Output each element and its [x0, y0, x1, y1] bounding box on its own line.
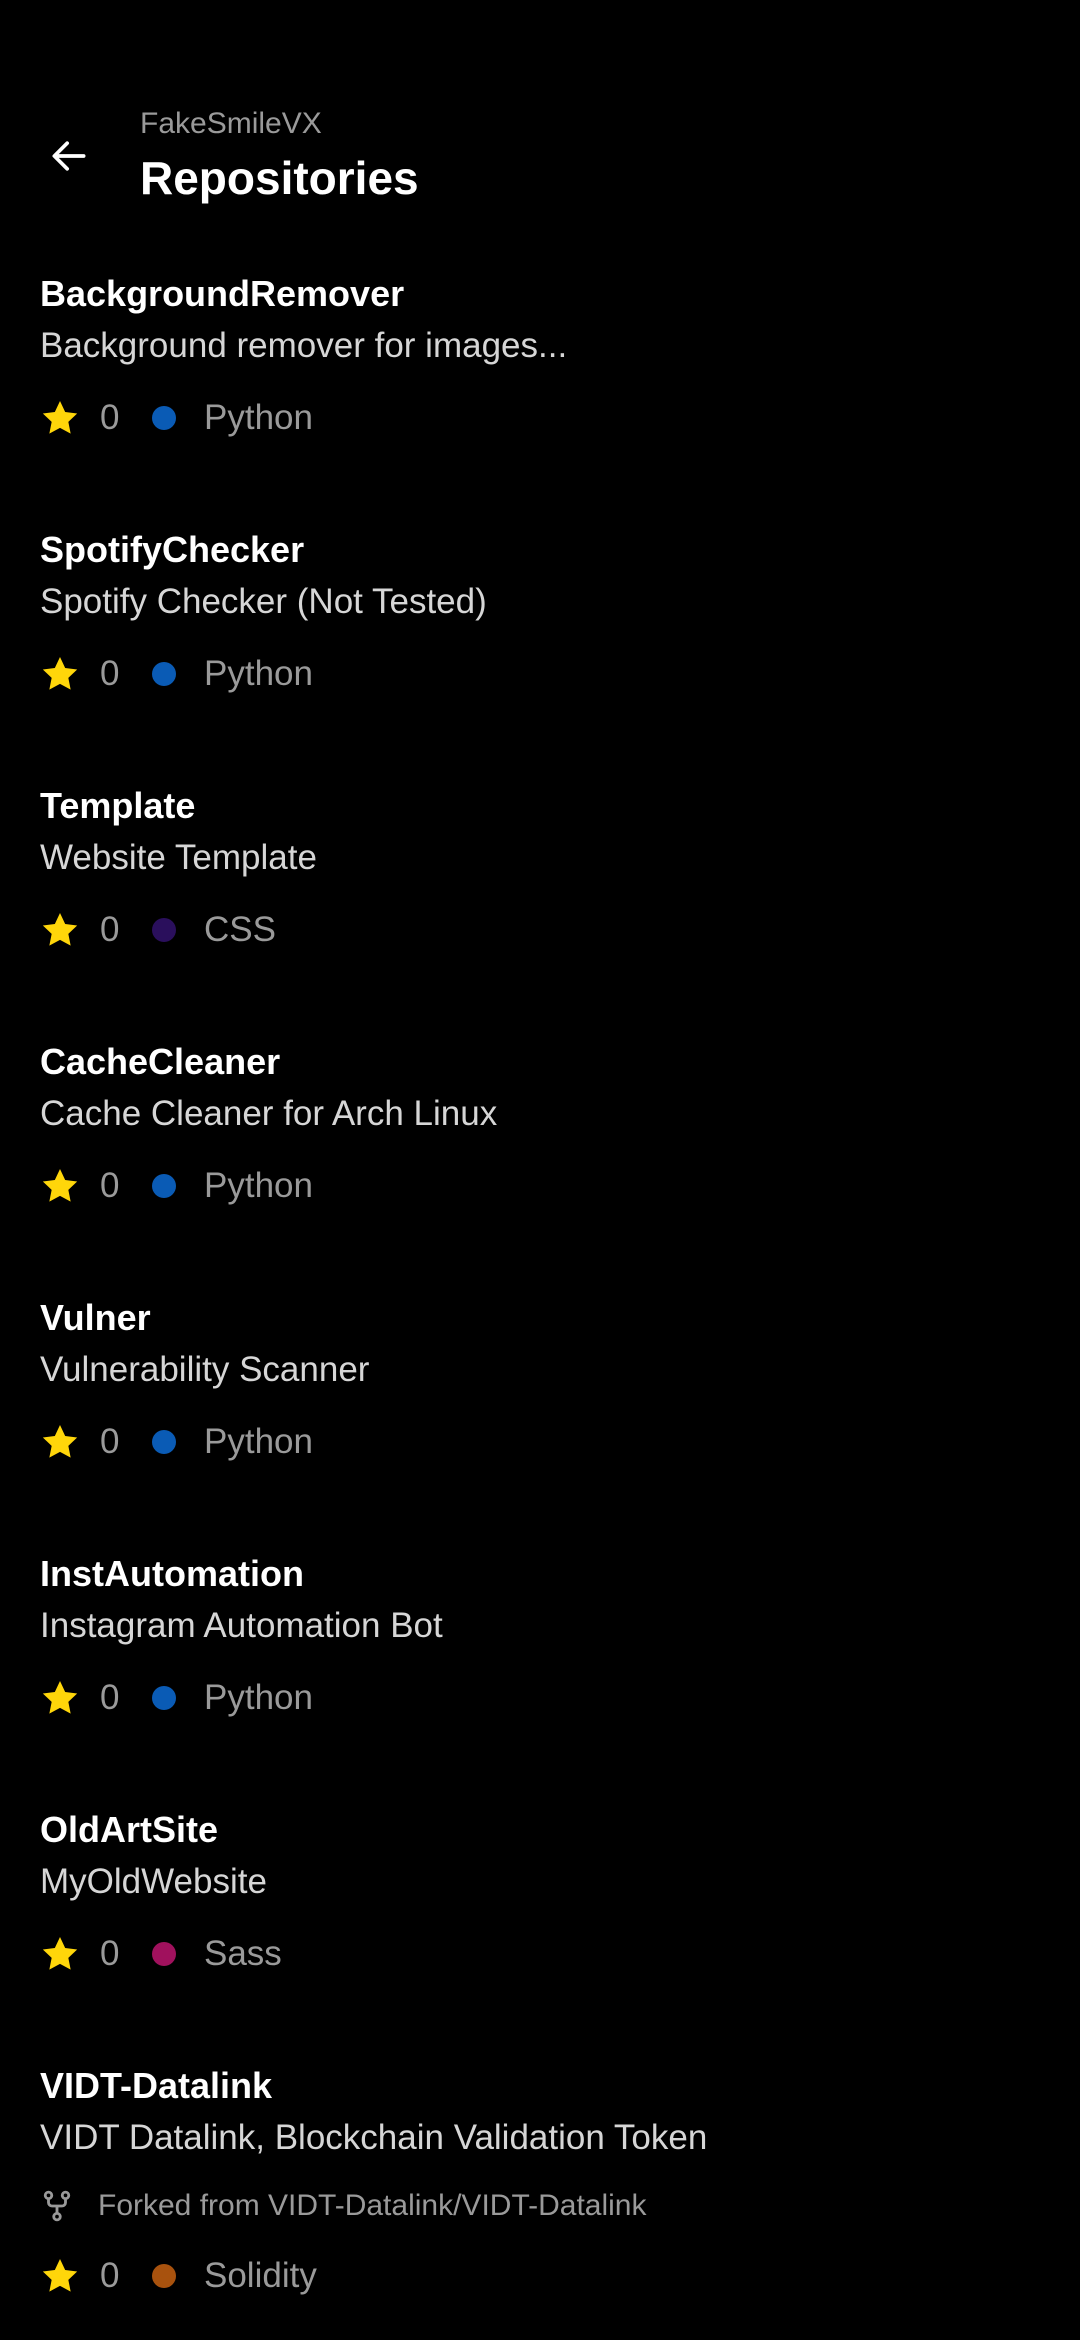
page-title: Repositories	[140, 152, 419, 204]
repository-meta: 0 Sass	[40, 1930, 282, 1978]
language-name: Python	[204, 1678, 313, 1717]
repository-name: OldArtSite	[40, 1809, 219, 1850]
star-count: 0	[100, 1166, 120, 1205]
repository-description: Cache Cleaner for Arch Linux	[40, 1094, 498, 1133]
repository-item[interactable]: VIDT-Datalink VIDT Datalink, Blockchain V…	[0, 2048, 1080, 2338]
language-color-dot	[152, 662, 176, 686]
repository-name: SpotifyChecker	[40, 529, 305, 570]
language-color-dot	[152, 1686, 176, 1710]
repository-description: Website Template	[40, 838, 317, 877]
repository-item[interactable]: Template Website Template 0 CSS	[0, 768, 1080, 1024]
star-count: 0	[100, 910, 120, 949]
star-icon	[40, 910, 80, 950]
repository-list: BackgroundRemover Background remover for …	[0, 256, 1080, 2338]
language-name: Sass	[204, 1934, 282, 1973]
repository-item[interactable]: InstAutomation Instagram Automation Bot 0 P…	[0, 1536, 1080, 1792]
repository-meta: 0 Python	[40, 394, 313, 442]
language-color-dot	[152, 918, 176, 942]
star-count: 0	[100, 2256, 120, 2295]
star-icon	[40, 654, 80, 694]
header-owner: FakeSmileVX	[140, 107, 322, 140]
star-count: 0	[100, 1934, 120, 1973]
star-icon	[40, 1678, 80, 1718]
repository-item[interactable]: OldArtSite MyOldWebsite 0 Sass	[0, 1792, 1080, 2048]
language-name: CSS	[204, 910, 276, 949]
star-count: 0	[100, 654, 120, 693]
star-count: 0	[100, 398, 120, 437]
back-button[interactable]	[30, 117, 108, 195]
language-name: Python	[204, 1422, 313, 1461]
repository-description: Instagram Automation Bot	[40, 1606, 443, 1645]
star-icon	[40, 398, 80, 438]
repository-description: Spotify Checker (Not Tested)	[40, 582, 487, 621]
repository-item[interactable]: CacheCleaner Cache Cleaner for Arch Linux…	[0, 1024, 1080, 1280]
repository-meta: 0 Python	[40, 650, 313, 698]
language-name: Python	[204, 654, 313, 693]
star-icon	[40, 1422, 80, 1462]
language-color-dot	[152, 406, 176, 430]
language-color-dot	[152, 1174, 176, 1198]
language-color-dot	[152, 2264, 176, 2288]
star-icon	[40, 1934, 80, 1974]
repository-meta: 0 Python	[40, 1418, 313, 1466]
repository-item[interactable]: Vulner Vulnerability Scanner 0 Python	[0, 1280, 1080, 1536]
arrow-left-icon	[52, 141, 86, 171]
app-header: FakeSmileVX Repositories	[0, 0, 1080, 250]
repository-name: Vulner	[40, 1297, 151, 1338]
star-count: 0	[100, 1678, 120, 1717]
repository-meta: 0 CSS	[40, 906, 276, 954]
star-icon	[40, 1166, 80, 1206]
repository-name: VIDT-Datalink	[40, 2065, 273, 2106]
repository-description: VIDT Datalink, Blockchain Validation Tok…	[40, 2118, 708, 2157]
star-icon	[40, 2256, 80, 2296]
language-name: Solidity	[204, 2256, 317, 2295]
repository-item[interactable]: SpotifyChecker Spotify Checker (Not Teste…	[0, 512, 1080, 768]
star-count: 0	[100, 1422, 120, 1461]
repository-meta: 0 Python	[40, 1162, 313, 1210]
language-name: Python	[204, 398, 313, 437]
repository-description: MyOldWebsite	[40, 1862, 267, 1901]
repository-description: Background remover for images...	[40, 326, 568, 365]
language-color-dot	[152, 1942, 176, 1966]
language-name: Python	[204, 1166, 313, 1205]
repository-meta: 0 Solidity	[40, 2252, 317, 2300]
repository-name: BackgroundRemover	[40, 273, 405, 314]
fork-icon	[40, 2189, 74, 2223]
repository-item[interactable]: BackgroundRemover Background remover for …	[0, 256, 1080, 512]
repository-name: Template	[40, 785, 196, 826]
repository-name: CacheCleaner	[40, 1041, 281, 1082]
repository-meta: 0 Python	[40, 1674, 313, 1722]
language-color-dot	[152, 1430, 176, 1454]
fork-info: Forked from VIDT-Datalink/VIDT-Datalink	[40, 2184, 646, 2228]
repository-name: InstAutomation	[40, 1553, 304, 1594]
forked-from-text: Forked from VIDT-Datalink/VIDT-Datalink	[98, 2189, 647, 2222]
repository-description: Vulnerability Scanner	[40, 1350, 370, 1389]
